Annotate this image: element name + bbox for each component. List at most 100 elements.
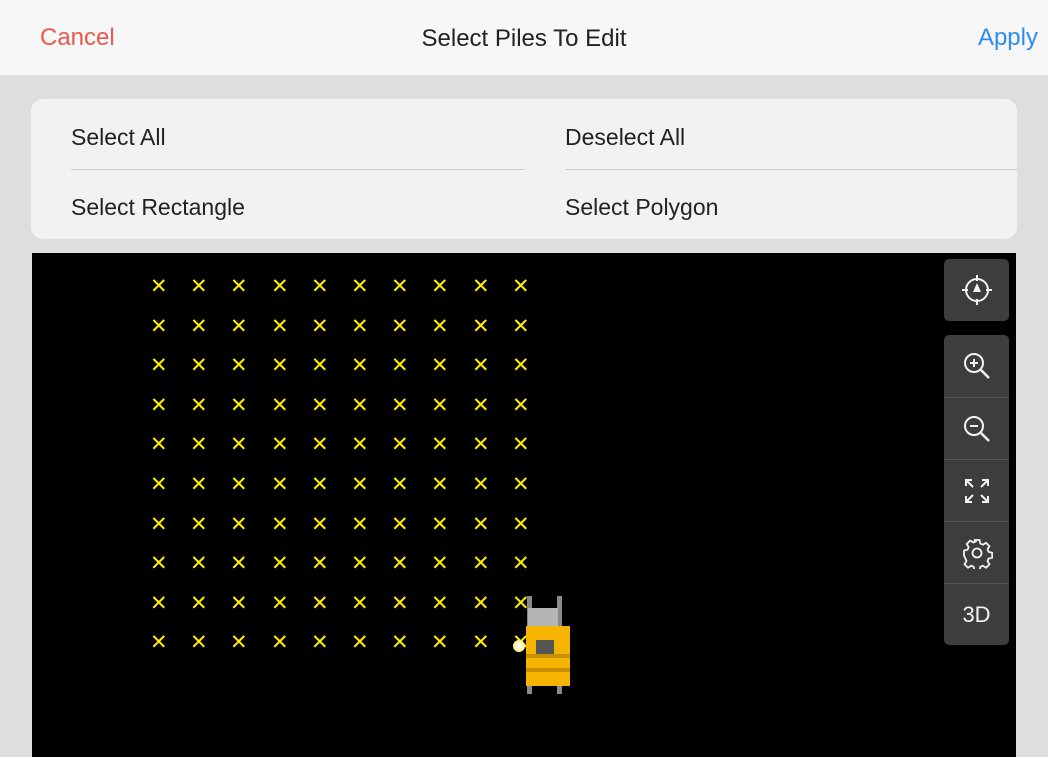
pile-marker[interactable]: ✕: [150, 632, 168, 653]
pile-marker[interactable]: ✕: [230, 316, 248, 337]
pile-marker[interactable]: ✕: [150, 514, 168, 535]
apply-button[interactable]: Apply: [978, 24, 1038, 52]
pile-marker[interactable]: ✕: [391, 553, 409, 574]
pile-marker[interactable]: ✕: [311, 355, 329, 376]
pile-marker[interactable]: ✕: [230, 355, 248, 376]
pile-marker[interactable]: ✕: [230, 553, 248, 574]
pile-marker[interactable]: ✕: [150, 316, 168, 337]
pile-marker[interactable]: ✕: [431, 553, 449, 574]
pile-marker[interactable]: ✕: [431, 316, 449, 337]
pile-marker[interactable]: ✕: [271, 395, 289, 416]
pile-marker[interactable]: ✕: [391, 593, 409, 614]
pile-marker[interactable]: ✕: [391, 355, 409, 376]
pile-marker[interactable]: ✕: [391, 632, 409, 653]
pile-marker[interactable]: ✕: [311, 553, 329, 574]
deselect-all-button[interactable]: Deselect All: [565, 124, 685, 151]
pile-marker[interactable]: ✕: [190, 553, 208, 574]
pile-marker[interactable]: ✕: [150, 434, 168, 455]
pile-marker[interactable]: ✕: [472, 474, 490, 495]
pile-marker[interactable]: ✕: [512, 395, 530, 416]
pile-marker[interactable]: ✕: [190, 276, 208, 297]
pile-marker[interactable]: ✕: [351, 632, 369, 653]
fit-extent-button[interactable]: [944, 459, 1009, 521]
pile-marker[interactable]: ✕: [230, 632, 248, 653]
zoom-out-button[interactable]: [944, 397, 1009, 459]
pile-marker[interactable]: ✕: [190, 514, 208, 535]
pile-marker[interactable]: ✕: [150, 474, 168, 495]
pile-marker[interactable]: ✕: [472, 434, 490, 455]
pile-marker[interactable]: ✕: [472, 632, 490, 653]
pile-marker[interactable]: ✕: [472, 355, 490, 376]
pile-marker[interactable]: ✕: [512, 355, 530, 376]
pile-marker[interactable]: ✕: [391, 316, 409, 337]
pile-marker[interactable]: ✕: [150, 593, 168, 614]
pile-marker[interactable]: ✕: [472, 316, 490, 337]
pile-marker[interactable]: ✕: [472, 514, 490, 535]
pile-marker[interactable]: ✕: [150, 355, 168, 376]
pile-marker[interactable]: ✕: [351, 395, 369, 416]
pile-marker[interactable]: ✕: [311, 632, 329, 653]
pile-marker[interactable]: ✕: [150, 276, 168, 297]
pile-marker[interactable]: ✕: [512, 316, 530, 337]
pile-marker[interactable]: ✕: [230, 395, 248, 416]
pile-map-canvas[interactable]: ✕ ✕ ✕ ✕ ✕ ✕ ✕ ✕ ✕ ✕ ✕ ✕ ✕ ✕ ✕ ✕ ✕ ✕ ✕ ✕ ✕ ✕ ✕ ✕ ✕ ✕ ✕ ✕ ✕ ✕ ✕ ✕ ✕ ✕ ✕ ✕ ✕ ✕ ✕ ✕…: [32, 253, 1016, 757]
pile-marker[interactable]: ✕: [230, 514, 248, 535]
pile-marker[interactable]: ✕: [391, 434, 409, 455]
pile-marker[interactable]: ✕: [271, 434, 289, 455]
pile-marker[interactable]: ✕: [351, 276, 369, 297]
pile-marker[interactable]: ✕: [190, 355, 208, 376]
pile-marker[interactable]: ✕: [271, 593, 289, 614]
recenter-button[interactable]: [944, 259, 1009, 321]
pile-marker[interactable]: ✕: [351, 434, 369, 455]
pile-marker[interactable]: ✕: [431, 395, 449, 416]
settings-button[interactable]: [944, 521, 1009, 583]
pile-marker[interactable]: ✕: [512, 474, 530, 495]
pile-marker[interactable]: ✕: [150, 553, 168, 574]
pile-marker[interactable]: ✕: [351, 593, 369, 614]
pile-marker[interactable]: ✕: [190, 593, 208, 614]
pile-marker[interactable]: ✕: [311, 316, 329, 337]
pile-marker[interactable]: ✕: [230, 276, 248, 297]
pile-marker[interactable]: ✕: [512, 434, 530, 455]
pile-marker[interactable]: ✕: [351, 355, 369, 376]
pile-marker[interactable]: ✕: [190, 474, 208, 495]
pile-marker[interactable]: ✕: [472, 553, 490, 574]
pile-marker[interactable]: ✕: [190, 434, 208, 455]
select-all-button[interactable]: Select All: [71, 124, 166, 151]
pile-marker[interactable]: ✕: [271, 276, 289, 297]
pile-marker[interactable]: ✕: [271, 355, 289, 376]
pile-marker[interactable]: ✕: [512, 553, 530, 574]
pile-marker[interactable]: ✕: [230, 434, 248, 455]
pile-marker[interactable]: ✕: [472, 395, 490, 416]
pile-marker[interactable]: ✕: [431, 355, 449, 376]
pile-marker[interactable]: ✕: [311, 395, 329, 416]
select-rectangle-button[interactable]: Select Rectangle: [71, 194, 245, 221]
pile-marker[interactable]: ✕: [431, 632, 449, 653]
pile-marker[interactable]: ✕: [271, 316, 289, 337]
pile-marker[interactable]: ✕: [271, 514, 289, 535]
pile-marker[interactable]: ✕: [431, 276, 449, 297]
select-polygon-button[interactable]: Select Polygon: [565, 194, 718, 221]
pile-marker[interactable]: ✕: [472, 276, 490, 297]
pile-marker[interactable]: ✕: [512, 514, 530, 535]
pile-marker[interactable]: ✕: [391, 474, 409, 495]
pile-marker[interactable]: ✕: [230, 474, 248, 495]
pile-marker[interactable]: ✕: [311, 474, 329, 495]
pile-marker[interactable]: ✕: [230, 593, 248, 614]
pile-marker[interactable]: ✕: [190, 632, 208, 653]
pile-marker[interactable]: ✕: [391, 514, 409, 535]
pile-marker[interactable]: ✕: [391, 395, 409, 416]
pile-marker[interactable]: ✕: [431, 474, 449, 495]
view-3d-button[interactable]: 3D: [944, 583, 1009, 645]
pile-marker[interactable]: ✕: [391, 276, 409, 297]
pile-marker[interactable]: ✕: [512, 276, 530, 297]
pile-marker[interactable]: ✕: [472, 593, 490, 614]
pile-marker[interactable]: ✕: [431, 593, 449, 614]
pile-marker[interactable]: ✕: [311, 276, 329, 297]
zoom-in-button[interactable]: [944, 335, 1009, 397]
pile-marker[interactable]: ✕: [431, 434, 449, 455]
pile-marker[interactable]: ✕: [351, 474, 369, 495]
pile-marker[interactable]: ✕: [431, 514, 449, 535]
pile-marker[interactable]: ✕: [311, 514, 329, 535]
pile-marker[interactable]: ✕: [271, 553, 289, 574]
